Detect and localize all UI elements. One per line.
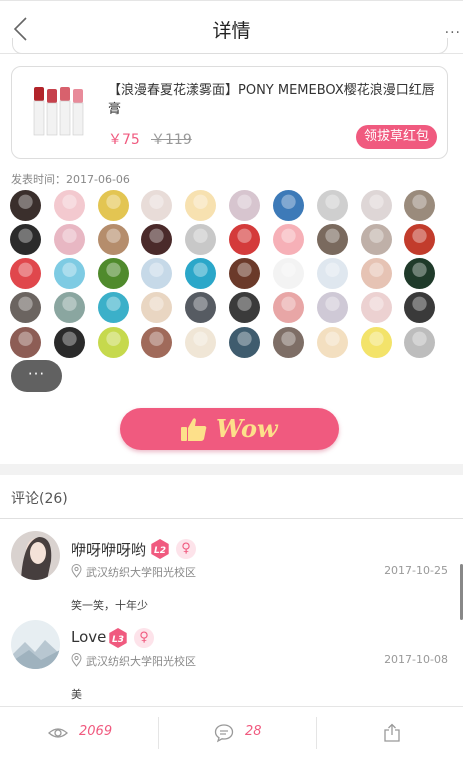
commenter-name[interactable]: Love bbox=[71, 628, 106, 646]
liker-avatar[interactable] bbox=[10, 258, 41, 289]
commenter-location: 武汉纺织大学阳光校区 bbox=[86, 566, 196, 579]
wow-label: Wow bbox=[216, 414, 278, 443]
liker-avatar[interactable] bbox=[10, 327, 41, 358]
publish-time: 发表时间：2017-06-06 bbox=[11, 173, 130, 186]
commenter-name[interactable]: 咿呀咿呀哟 bbox=[71, 539, 146, 560]
liker-avatar[interactable] bbox=[317, 258, 348, 289]
comment-text: 笑一笑，十年少 bbox=[71, 599, 148, 612]
commenter-avatar[interactable] bbox=[11, 620, 60, 669]
liker-avatar[interactable] bbox=[141, 327, 172, 358]
product-name[interactable]: 【浪漫春夏花漾雾面】PONY MEMEBOX樱花浪漫口红唇膏 bbox=[108, 81, 438, 119]
liker-avatar[interactable] bbox=[361, 224, 392, 255]
female-gender-icon: ♀ bbox=[134, 628, 154, 648]
liker-avatar[interactable] bbox=[404, 292, 435, 323]
commenter-location: 武汉纺织大学阳光校区 bbox=[86, 655, 196, 668]
comment-date: 2017-10-25 bbox=[384, 564, 448, 577]
liker-avatar[interactable] bbox=[273, 327, 304, 358]
liker-avatar[interactable] bbox=[273, 224, 304, 255]
bottom-action-bar: 2069 28 bbox=[0, 706, 463, 761]
liker-avatar[interactable] bbox=[229, 327, 260, 358]
comment-text: 美 bbox=[71, 688, 82, 701]
liker-avatar[interactable] bbox=[54, 258, 85, 289]
level-badge-icon: L2 bbox=[151, 539, 169, 559]
liker-avatar[interactable] bbox=[98, 292, 129, 323]
footer-separator bbox=[316, 717, 317, 749]
liker-avatar[interactable] bbox=[317, 327, 348, 358]
previous-card-edge bbox=[12, 38, 448, 54]
liker-avatar[interactable] bbox=[361, 327, 392, 358]
liker-avatar[interactable] bbox=[361, 190, 392, 221]
liker-avatar[interactable] bbox=[404, 190, 435, 221]
share-icon[interactable] bbox=[382, 723, 402, 743]
location-pin-icon bbox=[71, 653, 82, 667]
liker-avatar[interactable] bbox=[317, 190, 348, 221]
liker-avatar[interactable] bbox=[273, 190, 304, 221]
liker-avatar[interactable] bbox=[54, 292, 85, 323]
liker-avatar[interactable] bbox=[185, 190, 216, 221]
level-badge-icon: L3 bbox=[109, 628, 127, 648]
thumbs-up-icon bbox=[181, 418, 207, 441]
product-image bbox=[30, 81, 92, 143]
liker-avatar[interactable] bbox=[404, 224, 435, 255]
more-likers-button[interactable]: ··· bbox=[11, 360, 62, 392]
liker-avatar[interactable] bbox=[317, 292, 348, 323]
female-gender-icon: ♀ bbox=[176, 539, 196, 559]
liker-avatar[interactable] bbox=[317, 224, 348, 255]
level-badge-text: L2 bbox=[154, 546, 166, 556]
liker-avatar[interactable] bbox=[361, 258, 392, 289]
location-pin-icon bbox=[71, 564, 82, 578]
liker-avatar[interactable] bbox=[10, 292, 41, 323]
comment-count: 28 bbox=[245, 724, 262, 739]
liker-avatar[interactable] bbox=[361, 292, 392, 323]
comments-heading: 评论(26) bbox=[11, 491, 68, 507]
liker-avatar[interactable] bbox=[229, 258, 260, 289]
liker-avatar[interactable] bbox=[54, 327, 85, 358]
get-coupon-button[interactable]: 领拔草红包 bbox=[355, 125, 437, 149]
view-count: 2069 bbox=[79, 724, 113, 739]
liker-avatar[interactable] bbox=[10, 224, 41, 255]
liker-avatar[interactable] bbox=[141, 258, 172, 289]
liker-avatar[interactable] bbox=[98, 224, 129, 255]
liker-avatar[interactable] bbox=[273, 292, 304, 323]
liker-avatar[interactable] bbox=[185, 292, 216, 323]
comment-date: 2017-10-08 bbox=[384, 653, 448, 666]
liker-avatar[interactable] bbox=[229, 224, 260, 255]
comment-item: 咿呀咿呀哟 L2 ♀ 武汉纺织大学阳光校区 2017-10-25 笑一笑，十年少 bbox=[0, 531, 463, 621]
liker-avatar[interactable] bbox=[229, 190, 260, 221]
liker-avatar[interactable] bbox=[10, 190, 41, 221]
liker-avatar[interactable] bbox=[229, 292, 260, 323]
liker-avatar[interactable] bbox=[404, 258, 435, 289]
product-price: ￥75 bbox=[108, 132, 140, 148]
product-original-price: ￥119 bbox=[151, 132, 192, 148]
commenter-avatar[interactable] bbox=[11, 531, 60, 580]
section-divider bbox=[0, 464, 463, 475]
product-card[interactable]: 【浪漫春夏花漾雾面】PONY MEMEBOX樱花浪漫口红唇膏 ￥75 ￥119 … bbox=[11, 66, 448, 159]
liker-avatar[interactable] bbox=[98, 190, 129, 221]
wow-like-button[interactable]: Wow bbox=[120, 408, 339, 450]
liker-avatar[interactable] bbox=[404, 327, 435, 358]
comment-icon[interactable] bbox=[214, 723, 234, 743]
comment-item: Love L3 ♀ 武汉纺织大学阳光校区 2017-10-08 美 bbox=[0, 620, 463, 710]
liker-avatar[interactable] bbox=[98, 327, 129, 358]
footer-separator bbox=[158, 717, 159, 749]
liker-avatar[interactable] bbox=[141, 190, 172, 221]
eye-icon bbox=[48, 728, 68, 738]
liker-avatar[interactable] bbox=[141, 224, 172, 255]
liker-avatar[interactable] bbox=[98, 258, 129, 289]
liker-avatar[interactable] bbox=[185, 258, 216, 289]
liker-avatar[interactable] bbox=[273, 258, 304, 289]
liker-avatar[interactable] bbox=[141, 292, 172, 323]
comments-divider bbox=[0, 518, 463, 519]
liker-avatar[interactable] bbox=[185, 224, 216, 255]
liker-avatar[interactable] bbox=[54, 224, 85, 255]
liker-avatar[interactable] bbox=[185, 327, 216, 358]
level-badge-text: L3 bbox=[112, 635, 124, 645]
liker-avatar[interactable] bbox=[54, 190, 85, 221]
